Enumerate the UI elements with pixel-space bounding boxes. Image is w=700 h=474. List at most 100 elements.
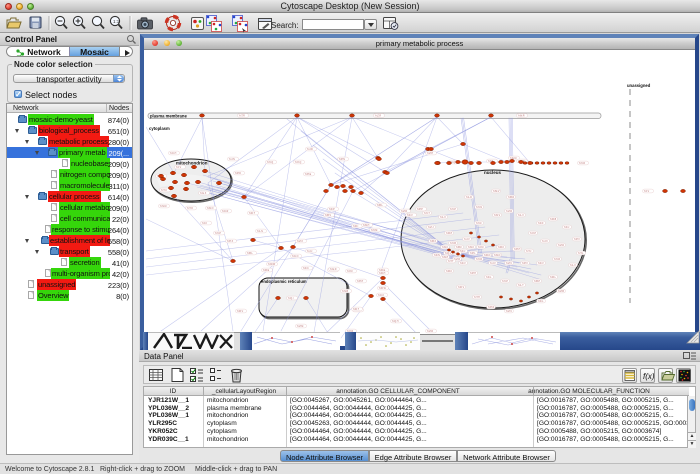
svg-text:YxN.P: YxN.P [442, 257, 449, 259]
svg-text:YxV.Q: YxV.Q [267, 162, 274, 164]
svg-text:YxD.W: YxD.W [379, 288, 387, 290]
svg-text:YxX.P: YxX.P [530, 233, 537, 235]
svg-text:YxZ.R: YxZ.R [401, 211, 408, 213]
svg-text:YxZ.R: YxZ.R [506, 211, 513, 213]
svg-text:YxX.F: YxX.F [347, 271, 354, 273]
svg-text:YxB.P: YxB.P [534, 281, 541, 283]
svg-text:YxF.N: YxF.N [434, 255, 440, 257]
svg-text:YxW.W: YxW.W [268, 264, 276, 266]
svg-text:YxZ.D: YxZ.D [558, 245, 565, 247]
svg-text:YxC.H: YxC.H [170, 153, 177, 155]
svg-text:YxL.D: YxL.D [466, 197, 473, 199]
svg-text:YxJ.V: YxJ.V [464, 239, 470, 241]
svg-text:YxB.X: YxB.X [430, 241, 437, 243]
svg-text:YxG.X: YxG.X [200, 193, 207, 195]
svg-text:YxV.F: YxV.F [476, 223, 483, 225]
svg-text:YxZ.X: YxZ.X [297, 241, 304, 243]
svg-text:YxH.X: YxH.X [227, 241, 234, 243]
svg-text:YxD.T: YxD.T [249, 213, 256, 215]
svg-text:YxT.T: YxT.T [448, 261, 454, 263]
svg-text:YxV.R: YxV.R [554, 259, 561, 261]
svg-text:YxZ.B: YxZ.B [558, 291, 565, 293]
svg-text:YxT.U: YxT.U [161, 190, 167, 192]
svg-text:YxR.V: YxR.V [237, 311, 244, 313]
svg-text:YxF.J: YxF.J [564, 227, 570, 229]
svg-text:YxN.N: YxN.N [494, 255, 501, 257]
svg-text:YxR.F: YxR.F [446, 271, 453, 273]
svg-text:YxT.L: YxT.L [578, 253, 584, 255]
svg-text:YxR.F: YxR.F [498, 247, 505, 249]
svg-text:YxL.T: YxL.T [518, 285, 525, 287]
svg-text:YxD.N: YxD.N [484, 255, 491, 257]
svg-text:YxV.P: YxV.P [215, 233, 222, 235]
svg-text:1:1: 1:1 [113, 19, 120, 24]
svg-text:YxB.V: YxB.V [325, 215, 332, 217]
svg-text:YxV.R: YxV.R [476, 259, 483, 261]
svg-text:YxR.B: YxR.B [550, 219, 557, 221]
svg-text:YxN.V: YxN.V [494, 215, 501, 217]
svg-text:YxN.O: YxN.O [207, 208, 214, 210]
svg-text:YxR.P: YxR.P [446, 233, 453, 235]
svg-text:YxX.Q: YxX.Q [295, 162, 302, 164]
svg-text:YxJ.X: YxJ.X [542, 241, 548, 243]
svg-text:YxV.T: YxV.T [424, 213, 431, 215]
svg-text:YxB.F: YxB.F [456, 247, 463, 249]
svg-text:YxB.L: YxB.L [377, 205, 384, 207]
svg-text:YxV.R: YxV.R [579, 163, 586, 165]
svg-text:YxP.V: YxP.V [574, 239, 581, 241]
svg-text:YxI.V: YxI.V [644, 191, 650, 193]
svg-text:YxL.X: YxL.X [440, 217, 447, 219]
svg-text:YxH.R: YxH.R [488, 307, 495, 309]
svg-text:YxH.E: YxH.E [305, 174, 312, 176]
svg-text:YxG.D: YxG.D [330, 269, 337, 271]
svg-text:YxT.J: YxT.J [526, 251, 532, 253]
svg-text:YxP.L: YxP.L [470, 253, 477, 255]
svg-text:YxQ.L: YxQ.L [445, 253, 452, 255]
svg-text:YxH.H: YxH.H [514, 249, 521, 251]
svg-text:YxS.M: YxS.M [160, 206, 167, 208]
svg-text:YxP.P: YxP.P [417, 209, 424, 211]
svg-text:YxZ.H: YxZ.H [427, 153, 434, 155]
svg-text:YxV.B: YxV.B [450, 243, 457, 245]
svg-text:YxB.L: YxB.L [247, 253, 254, 255]
svg-text:YxQ.I: YxQ.I [288, 298, 294, 300]
svg-text:cytoplasm: cytoplasm [149, 126, 170, 131]
svg-text:YxH.P: YxH.P [357, 281, 364, 283]
svg-text:YxL.V: YxL.V [518, 215, 525, 217]
svg-text:YxI.V: YxI.V [176, 167, 182, 169]
svg-text:YxP.N: YxP.N [339, 159, 346, 161]
svg-text:plasma membrane: plasma membrane [150, 114, 187, 119]
svg-text:YxZ.R: YxZ.R [375, 116, 382, 118]
svg-text:YxI.F: YxI.F [202, 223, 208, 225]
svg-text:YxL.X: YxL.X [570, 265, 577, 267]
svg-text:YxF.L: YxF.L [486, 277, 492, 279]
svg-text:YxF.F: YxF.F [538, 223, 544, 225]
svg-text:YxR.E: YxR.E [263, 270, 270, 272]
svg-text:YxM.V: YxM.V [493, 191, 500, 193]
svg-text:YxT.O: YxT.O [187, 208, 193, 210]
svg-text:unassigned: unassigned [627, 83, 651, 88]
svg-text:YxC.F: YxC.F [378, 295, 385, 297]
svg-text:YxV.N: YxV.N [476, 207, 483, 209]
svg-text:YxN.H: YxN.H [363, 225, 370, 227]
svg-text:YxZ.J: YxZ.J [428, 227, 434, 229]
svg-text:YxN.F: YxN.F [442, 247, 449, 249]
svg-text:YxR.L: YxR.L [550, 277, 557, 279]
svg-text:YxF.V: YxF.V [460, 263, 466, 265]
svg-text:YxF.V: YxF.V [538, 263, 544, 265]
svg-text:YxV.M: YxV.M [371, 230, 378, 232]
svg-text:YxJ.D: YxJ.D [307, 149, 313, 151]
svg-text:YxF.V: YxF.V [407, 215, 413, 217]
svg-text:YxL.N: YxL.N [257, 231, 264, 233]
svg-text:YxF.L: YxF.L [538, 301, 544, 303]
svg-text:YxV.P: YxV.P [502, 281, 509, 283]
svg-text:YxF.C: YxF.C [303, 268, 309, 270]
svg-text:YxQ.H: YxQ.H [392, 321, 399, 323]
svg-text:YxT.R: YxT.R [239, 116, 245, 118]
svg-text:YxP.D: YxP.D [235, 173, 242, 175]
svg-text:YxM.R: YxM.R [518, 116, 525, 118]
svg-text:YxF.P: YxF.P [329, 209, 335, 211]
svg-text:YxU.O: YxU.O [292, 256, 299, 258]
svg-text:mitochondrion: mitochondrion [176, 161, 208, 166]
svg-text:YxZ.V: YxZ.V [506, 311, 513, 313]
